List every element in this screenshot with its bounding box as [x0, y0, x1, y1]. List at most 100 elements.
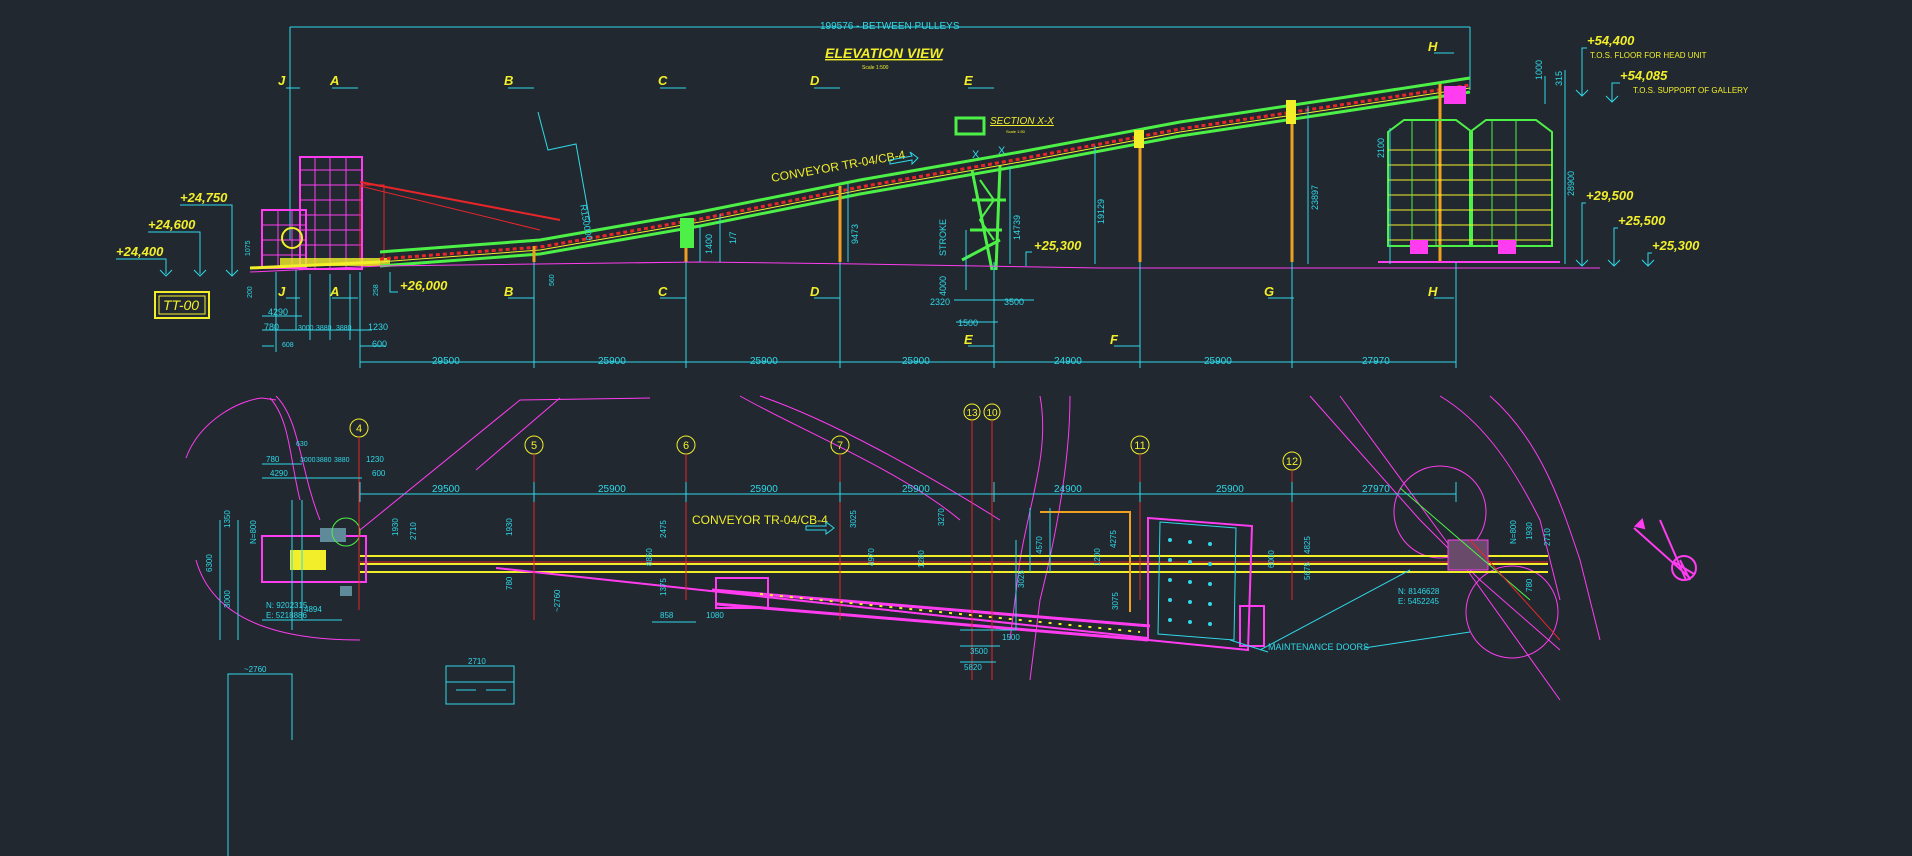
dim-label: 25900: [902, 484, 930, 495]
dim-label: 3000: [300, 457, 316, 464]
dim-label: 630: [296, 441, 308, 448]
section-mark: X: [972, 149, 980, 161]
north-arrow-icon: [1633, 518, 1697, 581]
dim-label: 1/7: [728, 231, 738, 244]
dim-label: 2710: [409, 522, 418, 540]
tag-box: TT-00: [154, 291, 210, 319]
dim-label: 3880: [334, 457, 350, 464]
level-label: +25,300: [1652, 238, 1700, 253]
dim-label: 560: [549, 274, 556, 286]
dim-label: 3000: [298, 325, 314, 332]
dim-label: 315: [1554, 71, 1564, 86]
dim-label: 5675: [1303, 562, 1312, 580]
coordinate-label: E: 5452245: [1398, 597, 1439, 606]
dim-label: 1500: [1002, 633, 1020, 642]
dim-label: 1930: [391, 518, 400, 536]
dim-label: 3500: [1004, 297, 1024, 307]
dim-label: 2475: [659, 520, 668, 538]
dim-label: 1930: [1525, 522, 1534, 540]
level-label: +24,750: [180, 190, 228, 205]
dim-label: 27970: [1362, 356, 1390, 367]
dim-label: 3025: [1017, 570, 1026, 588]
dim-label: 25900: [750, 484, 778, 495]
dim-label: 25900: [1204, 356, 1232, 367]
dim-label: 25900: [1216, 484, 1244, 495]
grid-bubbles: [349, 403, 1302, 471]
dim-label: 3270: [937, 508, 946, 526]
left-level-leaders: [116, 204, 239, 277]
dim-label: 5820: [964, 663, 982, 672]
dim-label: 3075: [1111, 592, 1120, 610]
bottom-section-markers: J A B C D E F G H: [278, 284, 1438, 347]
dim-label: 780: [1525, 578, 1534, 592]
dim-label: 24900: [1054, 356, 1082, 367]
dim-label: N=800: [249, 520, 258, 544]
cad-drawing-canvas: 199576 - BETWEEN PULLEYS ELEVATION VIEW …: [116, 21, 1749, 856]
section-letter: J: [278, 284, 286, 299]
transfer-gallery-plan: [495, 567, 1151, 642]
dim-label: 3880: [336, 325, 352, 332]
section-letter: E: [964, 73, 973, 88]
dim-label: 8850: [645, 548, 654, 566]
base-dim-labels: 2320 3500 1500 4000: [930, 276, 1024, 328]
dim-label: 25900: [598, 356, 626, 367]
dim-label: 4000: [938, 276, 948, 296]
dim-label: 6000: [1267, 550, 1276, 568]
grid-number: 13: [966, 408, 978, 419]
dim-label: 2100: [1376, 138, 1386, 158]
conveyor-plan-lines: [360, 555, 1548, 573]
dim-label: 858: [660, 611, 674, 620]
plan-conveyor-label: CONVEYOR TR-04/CB-4: [692, 513, 828, 527]
section-letter: A: [329, 284, 339, 299]
dim-label: ~2760: [244, 665, 267, 674]
site-boundary: [185, 395, 1601, 701]
plan-view: 4 5 6 7 13 10 11 12 29500 25900 25900 25…: [185, 395, 1697, 856]
dim-label: 1200: [1093, 548, 1102, 566]
bottom-section-arrows: [286, 297, 1454, 347]
dim-label: 29500: [432, 356, 460, 367]
section-letter: C: [658, 284, 668, 299]
section-letter: A: [329, 73, 339, 88]
head-tower: [1378, 86, 1560, 263]
section-letter: H: [1428, 39, 1438, 54]
dim-label: 1280: [917, 550, 926, 568]
section-letter: G: [1264, 284, 1274, 299]
dim-label: 6300: [205, 554, 214, 572]
coordinate-label: N: 9202315: [266, 601, 308, 610]
grid-number: 6: [683, 440, 689, 452]
bay-dimension-chain: [359, 262, 1457, 368]
section-scale: Scale 1:50: [1006, 129, 1026, 134]
dim-label: 23897: [1310, 185, 1320, 210]
ground-line: [249, 261, 1600, 273]
dim-label: 2710: [468, 657, 486, 666]
radius-label: R150000: [578, 204, 594, 242]
dim-label: N=800: [1509, 520, 1518, 544]
dim-label: 4290: [268, 307, 288, 317]
dim-label: 1500: [958, 318, 978, 328]
section-letter: J: [278, 73, 286, 88]
dim-label: 1230: [368, 322, 388, 332]
dim-label: ~2760: [553, 589, 562, 612]
dim-label: 780: [505, 576, 514, 590]
take-up-tower: [954, 116, 1006, 271]
level-label: +54,400: [1587, 33, 1635, 48]
elevation-view: 199576 - BETWEEN PULLEYS ELEVATION VIEW …: [116, 21, 1749, 368]
dim-label: 25900: [598, 484, 626, 495]
section-letter: E: [964, 332, 973, 347]
dim-label: 200: [247, 286, 254, 298]
dim-label: 1230: [366, 455, 384, 464]
legend-block-2: 2710: [445, 657, 515, 705]
grid-number: 7: [837, 440, 843, 452]
dim-label: 600: [372, 469, 386, 478]
dim-label: 600: [372, 339, 387, 349]
dim-label: 4290: [270, 469, 288, 478]
dim-label: 4570: [1035, 536, 1044, 554]
dim-label: 608: [282, 342, 294, 349]
level-label: +54,085: [1620, 68, 1668, 83]
conveyor-label: CONVEYOR TR-04/CB-4: [770, 148, 906, 185]
dim-label: 9473: [850, 224, 860, 244]
dim-label: 780: [266, 455, 280, 464]
dim-label: 14739: [1012, 215, 1022, 240]
grid-number: 5: [531, 440, 537, 452]
maintenance-doors-label: MAINTENANCE DOORS: [1268, 642, 1369, 652]
